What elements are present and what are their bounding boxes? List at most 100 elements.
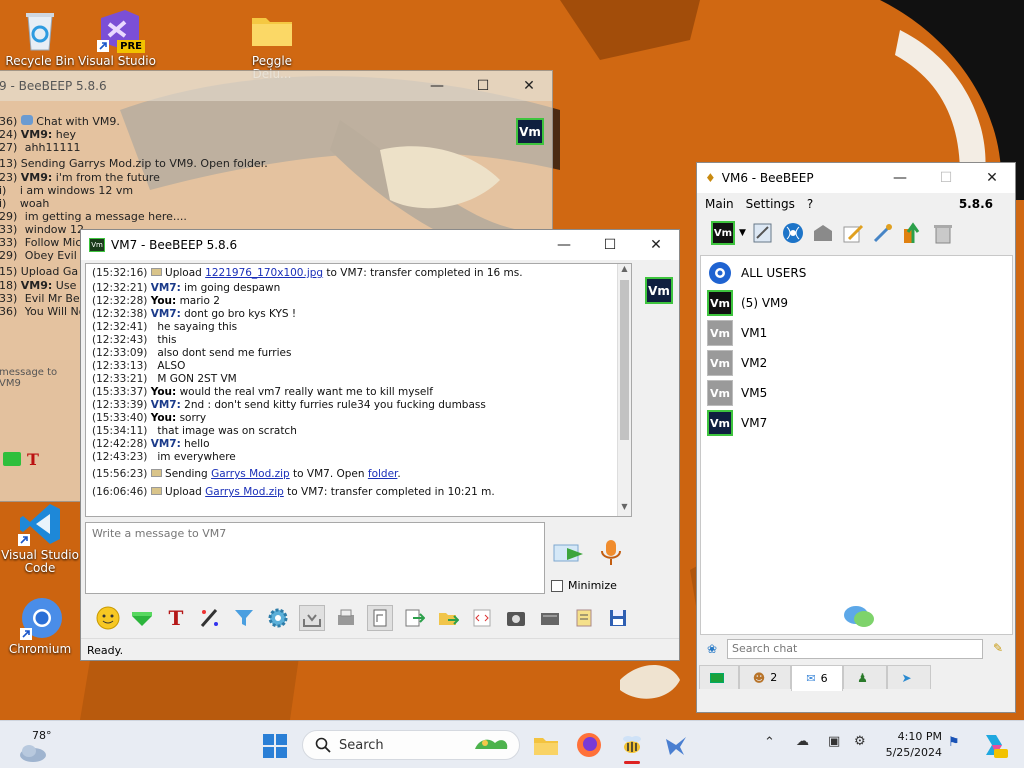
active-app-indicator — [624, 761, 640, 764]
maximize-button[interactable]: ☐ — [460, 71, 506, 101]
emoticon-icon[interactable] — [3, 452, 21, 466]
tab-groups[interactable]: ☻ 2 — [739, 665, 791, 689]
draw-button[interactable] — [197, 605, 223, 631]
folder-link[interactable]: folder — [368, 468, 398, 480]
weather-widget[interactable]: 78° — [16, 727, 56, 763]
vm9-titlebar[interactable]: 9 - BeeBEEP 5.8.6 — ☐ ✕ — [0, 71, 552, 101]
menu-settings[interactable]: Settings — [746, 197, 795, 211]
chevron-up-icon[interactable]: ⌃ — [764, 735, 775, 750]
message-input[interactable]: Write a message to VM7 — [85, 522, 545, 594]
send-file-button[interactable] — [553, 542, 585, 566]
user-item-vm9[interactable]: Vm (5) VM9 — [707, 290, 788, 316]
edit-profile-button[interactable] — [750, 220, 776, 246]
search-icon — [315, 737, 331, 753]
vm7-titlebar[interactable]: Vm VM7 - BeeBEEP 5.8.6 — ☐ ✕ — [81, 230, 679, 260]
chat-log[interactable]: (15:32:16) Upload 1221976_170x100.jpg to… — [85, 263, 632, 517]
status-bar: Ready. — [81, 638, 679, 660]
vm9-toolbar: T — [3, 445, 83, 473]
vm6-main-window[interactable]: ♦ VM6 - BeeBEEP — ☐ ✕ Main Settings ? 5.… — [696, 162, 1016, 713]
minimize-button[interactable]: — — [877, 163, 923, 193]
desktop-icon-chromium[interactable]: Chromium — [0, 596, 80, 656]
minimize-button[interactable]: — — [414, 71, 460, 101]
print-button[interactable] — [333, 605, 359, 631]
vm9-message-input[interactable]: message to VM9 — [0, 363, 77, 401]
save-button[interactable] — [605, 605, 631, 631]
color-button[interactable] — [129, 605, 155, 631]
minimize-checkbox[interactable] — [551, 579, 563, 592]
log-line: (12:33:13) ALSO — [92, 360, 186, 372]
network-button[interactable] — [780, 220, 806, 246]
user-item-vm1[interactable]: Vm VM1 — [707, 320, 767, 346]
user-item-vm2[interactable]: Vm VM2 — [707, 350, 767, 376]
filter-button[interactable] — [231, 605, 257, 631]
folder-icon — [250, 8, 294, 52]
menu-help[interactable]: ? — [807, 197, 813, 211]
keyboard-button[interactable] — [537, 605, 563, 631]
maximize-button[interactable]: ☐ — [923, 163, 969, 193]
taskbar-search[interactable]: Search — [302, 730, 520, 760]
main-toolbar: Vm ▼ — [697, 215, 1015, 251]
tools-button[interactable] — [870, 220, 896, 246]
font-button[interactable]: T — [163, 605, 189, 631]
status-badge-button[interactable]: Vm — [711, 221, 735, 245]
minimize-checkbox-row[interactable]: Minimize — [551, 579, 617, 592]
trash-button[interactable] — [930, 220, 956, 246]
chat-scrollbar[interactable]: ▲ ▼ — [617, 264, 631, 516]
taskbar-firefox[interactable] — [575, 731, 603, 759]
emoticon-button[interactable] — [95, 605, 121, 631]
clock[interactable]: 4:10 PM 5/25/2024 — [886, 729, 942, 761]
send-folder-button[interactable] — [435, 605, 461, 631]
taskbar-file-explorer[interactable] — [532, 731, 560, 759]
user-list-icon — [709, 672, 724, 683]
accessibility-icon[interactable]: ⚙ — [854, 734, 866, 749]
update-button[interactable] — [900, 220, 926, 246]
close-button[interactable]: ✕ — [633, 230, 679, 260]
voice-message-button[interactable] — [599, 538, 623, 568]
tab-chats[interactable]: ✉ 6 — [791, 665, 843, 691]
write-button[interactable] — [840, 220, 866, 246]
settings-button[interactable] — [265, 605, 291, 631]
file-link[interactable]: Garrys Mod.zip — [211, 468, 290, 480]
copilot-button[interactable] — [980, 731, 1008, 759]
user-item-vm7[interactable]: Vm VM7 — [707, 410, 767, 436]
send-file-tool-button[interactable] — [401, 605, 427, 631]
search-filter-icon[interactable]: ❀ — [707, 642, 717, 656]
desktop-icon-recycle-bin[interactable]: Recycle Bin — [0, 8, 80, 68]
font-icon[interactable]: T — [27, 450, 39, 469]
tab-shares[interactable]: ♟ — [843, 665, 887, 689]
maximize-button[interactable]: ☐ — [587, 230, 633, 260]
display-icon[interactable]: ▣ — [828, 734, 840, 749]
save-chat-button[interactable] — [299, 605, 325, 631]
network-off-icon[interactable]: ☁ — [796, 734, 809, 749]
notes-button[interactable] — [571, 605, 597, 631]
taskbar-beebeep[interactable] — [618, 731, 646, 764]
desktop-icon-visual-studio[interactable]: PRE Visual Studio — [77, 8, 157, 68]
clear-search-icon[interactable]: ✎ — [993, 641, 1003, 655]
search-chat-input[interactable]: Search chat — [727, 639, 983, 659]
desktop-icon-vscode[interactable]: Visual Studio Code — [0, 502, 80, 575]
screenshot-button[interactable] — [503, 605, 529, 631]
tab-transfers[interactable]: ➤ — [887, 665, 931, 689]
notification-bell-icon[interactable]: ⚑ — [948, 735, 960, 750]
vm6-titlebar[interactable]: ♦ VM6 - BeeBEEP — ☐ ✕ — [697, 163, 1015, 193]
file-link[interactable]: Garrys Mod.zip — [205, 486, 284, 498]
minimize-button[interactable]: — — [541, 230, 587, 260]
chevron-down-icon[interactable]: ▼ — [739, 228, 746, 238]
start-button[interactable] — [262, 733, 288, 759]
taskbar-app-bird[interactable] — [662, 731, 690, 759]
close-button[interactable]: ✕ — [969, 163, 1015, 193]
close-button[interactable]: ✕ — [506, 71, 552, 101]
menu-main[interactable]: Main — [705, 197, 734, 211]
scroll-down-arrow-icon[interactable]: ▼ — [618, 502, 631, 516]
mailbox-button[interactable] — [810, 220, 836, 246]
tab-users[interactable] — [699, 665, 739, 689]
html-button[interactable] — [469, 605, 495, 631]
download-tray-icon — [303, 614, 321, 627]
document-button[interactable] — [367, 605, 393, 631]
file-link[interactable]: 1221976_170x100.jpg — [205, 267, 323, 279]
user-item-all-users[interactable]: ALL USERS — [707, 260, 806, 286]
scroll-thumb[interactable] — [620, 280, 629, 440]
scroll-up-arrow-icon[interactable]: ▲ — [618, 264, 631, 278]
user-item-vm5[interactable]: Vm VM5 — [707, 380, 767, 406]
vm7-chat-window[interactable]: Vm VM7 - BeeBEEP 5.8.6 — ☐ ✕ (15:32:16) … — [80, 229, 680, 661]
